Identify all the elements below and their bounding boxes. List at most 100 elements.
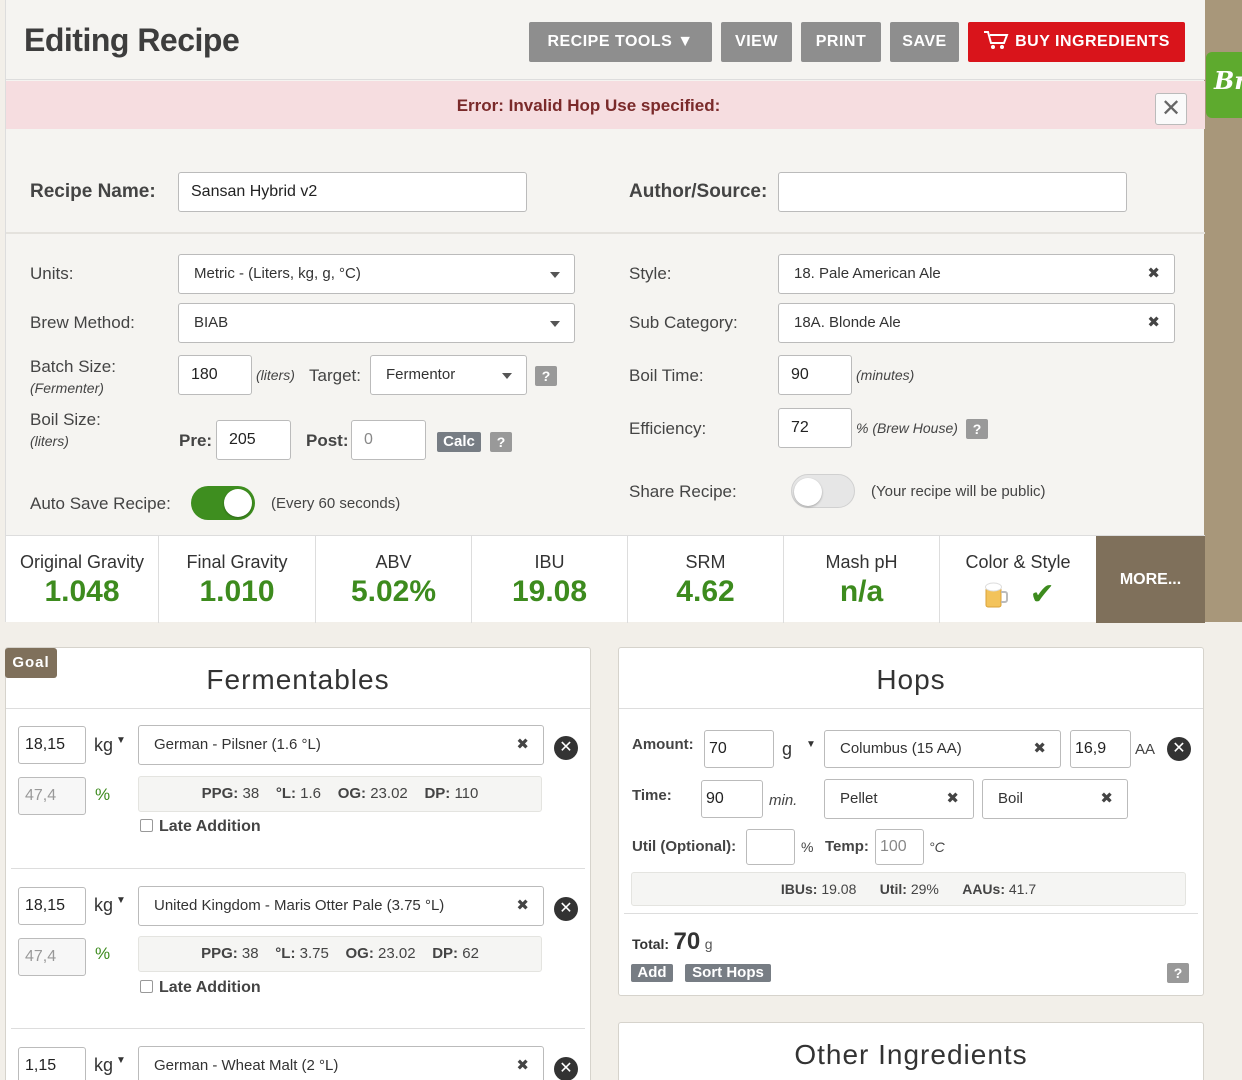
print-button[interactable]: PRINT — [801, 22, 881, 62]
target-value: Fermentor — [386, 366, 456, 383]
efficiency-input[interactable]: 72 — [778, 408, 852, 448]
fermentable-name: German - Wheat Malt (2 °L) — [154, 1057, 339, 1074]
hop-amount-input[interactable]: 70 — [704, 730, 774, 768]
hop-variety-select[interactable]: Columbus (15 AA) ✖ — [824, 730, 1061, 768]
add-hop-button[interactable]: Add — [631, 964, 673, 982]
clear-icon[interactable]: ✖ — [516, 1047, 529, 1080]
hop-aa-input[interactable]: 16,9 — [1070, 730, 1131, 768]
hop-form-select[interactable]: Pellet ✖ — [824, 779, 974, 819]
fermentable-unit-select[interactable]: kg ▼ — [94, 895, 126, 916]
error-message: Error: Invalid Hop Use specified: — [456, 96, 721, 115]
clear-icon[interactable]: ✖ — [1100, 780, 1113, 818]
checkbox-box[interactable] — [140, 819, 153, 832]
hop-time-input[interactable]: 90 — [701, 780, 763, 818]
chevron-down-icon: ▼ — [806, 739, 816, 750]
fermentable-percent-input[interactable]: 47,4 — [18, 777, 86, 815]
style-select[interactable]: 18. Pale American Ale ✖ — [778, 254, 1175, 294]
batch-help-button[interactable]: ? — [535, 366, 557, 386]
hop-util-pct: % — [801, 839, 814, 855]
fermentable-percent-input[interactable]: 47,4 — [18, 938, 86, 976]
late-addition-checkbox[interactable]: Late Addition — [140, 979, 261, 997]
clear-icon[interactable]: ✖ — [516, 726, 529, 764]
remove-fermentable-button[interactable]: ✕ — [554, 1057, 578, 1080]
goal-badge[interactable]: Goal — [5, 648, 57, 678]
late-addition-label: Late Addition — [159, 818, 261, 835]
clear-icon[interactable]: ✖ — [1147, 255, 1160, 293]
fermentable-select[interactable]: German - Pilsner (1.6 °L) ✖ — [138, 725, 544, 765]
recipe-name-label: Recipe Name: — [30, 181, 156, 202]
clear-icon[interactable]: ✖ — [1033, 731, 1046, 767]
save-button[interactable]: SAVE — [890, 22, 959, 62]
boil-help-button[interactable]: ? — [490, 432, 512, 452]
stats-bar: Original Gravity 1.048 Final Gravity 1.0… — [6, 535, 1205, 623]
row-divider — [624, 913, 1198, 914]
pre-boil-input[interactable]: 205 — [216, 420, 291, 460]
auto-save-toggle[interactable] — [191, 486, 255, 520]
brand-badge[interactable]: Br — [1206, 52, 1242, 118]
stat-value: n/a — [839, 575, 884, 608]
fermentable-unit-select[interactable]: kg ▼ — [94, 1055, 126, 1076]
sort-hops-button[interactable]: Sort Hops — [685, 964, 771, 982]
hops-help-button[interactable]: ? — [1167, 963, 1189, 983]
hop-temp-input[interactable]: 100 — [875, 829, 924, 865]
hop-total: Total: 70 g — [632, 928, 712, 956]
share-label: Share Recipe: — [629, 482, 737, 501]
late-addition-checkbox[interactable]: Late Addition — [140, 818, 261, 836]
hop-use-select[interactable]: Boil ✖ — [982, 779, 1128, 819]
buy-ingredients-label: BUY INGREDIENTS — [1015, 33, 1170, 50]
remove-hop-button[interactable]: ✕ — [1167, 737, 1191, 761]
sub-category-select[interactable]: 18A. Blonde Ale ✖ — [778, 303, 1175, 343]
hop-aa-label: AA — [1135, 741, 1156, 758]
post-boil-input[interactable]: 0 — [351, 420, 426, 460]
recipe-name-input[interactable]: Sansan Hybrid v2 — [178, 172, 527, 212]
hop-total-unit: g — [704, 936, 713, 952]
style-label: Style: — [629, 264, 672, 283]
fermentable-unit-select[interactable]: kg ▼ — [94, 735, 126, 756]
author-input[interactable] — [778, 172, 1127, 212]
editor-header: Editing Recipe RECIPE TOOLS ▼ VIEW PRINT… — [6, 0, 1205, 80]
target-select[interactable]: Fermentor — [370, 355, 527, 395]
brew-method-select[interactable]: BIAB — [178, 303, 575, 343]
share-toggle[interactable] — [791, 474, 855, 508]
fermentable-select[interactable]: German - Wheat Malt (2 °L) ✖ — [138, 1046, 544, 1080]
fermentable-name: German - Pilsner (1.6 °L) — [154, 736, 321, 753]
late-addition-label: Late Addition — [159, 979, 261, 996]
stat-value: 1.048 — [44, 575, 120, 608]
more-button[interactable]: MORE... — [1096, 536, 1205, 623]
fermentable-amount-input[interactable]: 18,15 — [18, 887, 86, 925]
recipe-tools-button[interactable]: RECIPE TOOLS ▼ — [529, 22, 712, 62]
efficiency-unit: % (Brew House) — [856, 420, 958, 436]
hop-util-input[interactable] — [746, 829, 795, 865]
section-divider — [6, 232, 1205, 234]
card-divider — [6, 708, 590, 709]
buy-ingredients-button[interactable]: BUY INGREDIENTS — [968, 22, 1185, 62]
clear-icon[interactable]: ✖ — [1147, 304, 1160, 342]
clear-icon[interactable]: ✖ — [946, 780, 959, 818]
stat-label: Mash pH — [825, 552, 898, 572]
close-error-button[interactable]: ✕ — [1155, 93, 1187, 125]
hop-total-value: 70 — [673, 928, 701, 955]
stat-color-row: ✔ — [940, 577, 1096, 612]
fermentables-title: Fermentables — [206, 664, 390, 695]
units-select[interactable]: Metric - (Liters, kg, g, °C) — [178, 254, 575, 294]
remove-fermentable-button[interactable]: ✕ — [554, 736, 578, 760]
fermentable-amount-input[interactable]: 18,15 — [18, 726, 86, 764]
batch-size-input[interactable]: 180 — [178, 355, 252, 395]
view-button[interactable]: VIEW — [721, 22, 792, 62]
remove-fermentable-button[interactable]: ✕ — [554, 897, 578, 921]
stat-value: 4.62 — [676, 575, 735, 608]
chevron-down-icon: ▼ — [116, 735, 126, 746]
stat-ibu: IBU 19.08 — [472, 536, 628, 623]
efficiency-help-button[interactable]: ? — [966, 419, 988, 439]
hop-unit-select[interactable]: g ▼ — [782, 739, 816, 760]
card-divider — [619, 708, 1203, 709]
calc-button[interactable]: Calc — [437, 432, 481, 452]
chevron-down-icon: ▼ — [116, 895, 126, 906]
fermentable-select[interactable]: United Kingdom - Maris Otter Pale (3.75 … — [138, 886, 544, 926]
checkbox-box[interactable] — [140, 980, 153, 993]
clear-icon[interactable]: ✖ — [516, 887, 529, 925]
boil-time-input[interactable]: 90 — [778, 355, 852, 395]
chevron-down-icon — [502, 373, 512, 379]
fermentable-amount-input[interactable]: 1,15 — [18, 1047, 86, 1080]
hop-temp-unit: °C — [929, 839, 945, 855]
